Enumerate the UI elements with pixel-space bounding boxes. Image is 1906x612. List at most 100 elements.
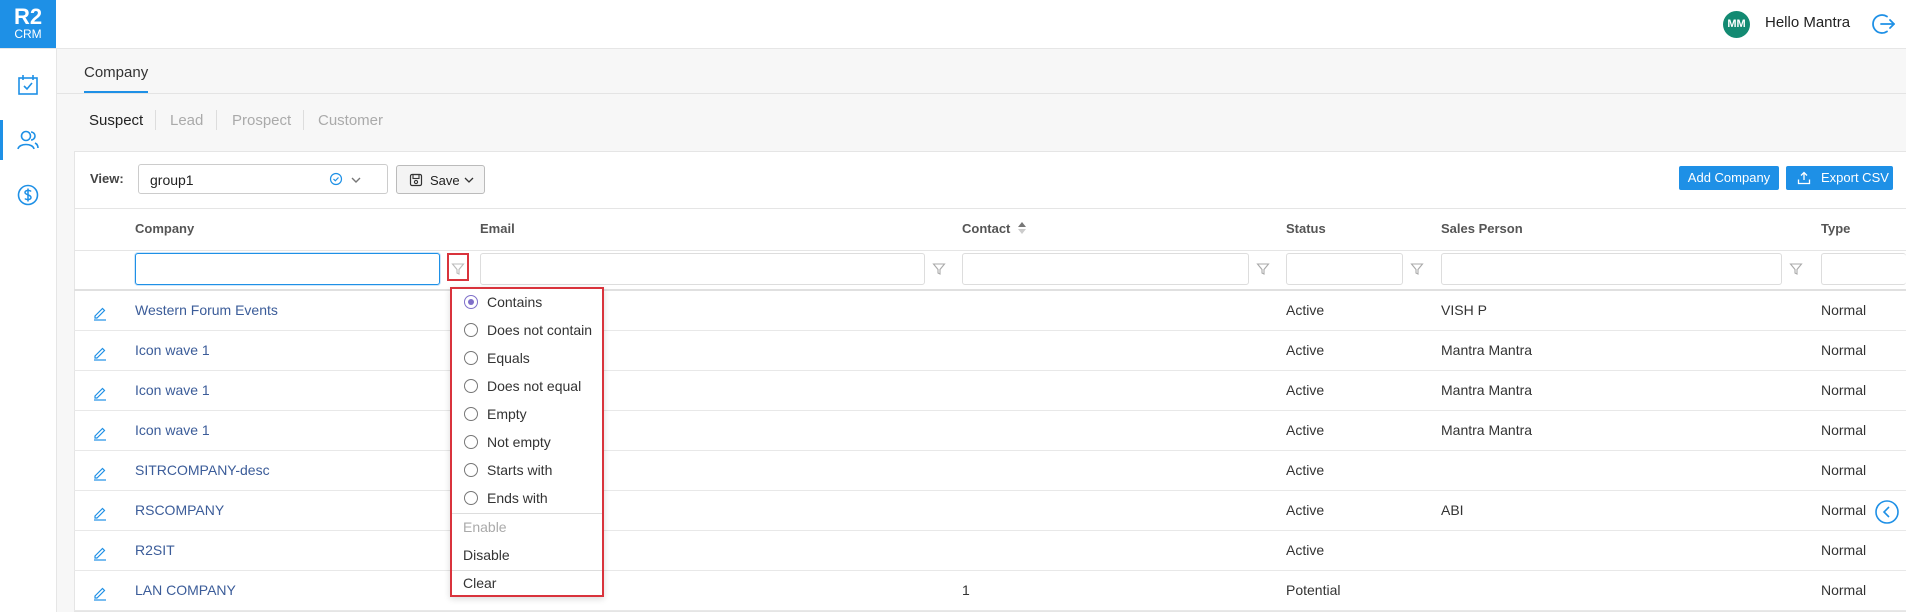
save-icon <box>409 173 423 187</box>
tab-customer[interactable]: Customer <box>318 112 383 129</box>
status-cell: Active <box>1286 302 1325 318</box>
type-filter-input[interactable] <box>1821 253 1906 285</box>
filter-clear-button[interactable]: Clear <box>463 575 496 591</box>
status-cell: Active <box>1286 422 1325 438</box>
tab-prospect[interactable]: Prospect <box>232 112 291 129</box>
sidebar <box>0 49 57 612</box>
company-name-link[interactable]: Icon wave 1 <box>135 422 210 438</box>
save-button-label: Save <box>430 173 460 188</box>
company-name-link[interactable]: Icon wave 1 <box>135 382 210 398</box>
edit-icon[interactable] <box>92 505 108 521</box>
tab-separator <box>216 110 217 130</box>
radio[interactable] <box>464 323 478 337</box>
view-select[interactable]: group1 <box>138 164 388 194</box>
radio[interactable] <box>464 463 478 477</box>
column-header-type[interactable]: Type <box>1821 221 1850 236</box>
filter-icon[interactable] <box>1256 262 1270 276</box>
export-csv-label: Export CSV <box>1821 170 1889 185</box>
calendar-check-icon[interactable] <box>14 71 42 99</box>
table-row[interactable]: Icon wave 1 Active Mantra Mantra Normal <box>74 331 1906 371</box>
filter-option-does-not-equal[interactable]: Does not equal <box>452 373 602 401</box>
table-row[interactable]: RSCOMPANY Active ABI Normal <box>74 491 1906 531</box>
table-row[interactable]: R2SIT Active Normal <box>74 531 1906 571</box>
radio[interactable] <box>464 491 478 505</box>
add-company-button[interactable]: Add Company <box>1679 166 1779 190</box>
divider <box>74 208 1906 209</box>
company-name-link[interactable]: RSCOMPANY <box>135 502 224 518</box>
table-row[interactable]: Icon wave 1 Active Mantra Mantra Normal <box>74 411 1906 451</box>
radio-selected[interactable] <box>464 295 478 309</box>
edit-icon[interactable] <box>92 585 108 601</box>
table-row[interactable]: Western Forum Events Active VISH P Norma… <box>74 291 1906 331</box>
edit-icon[interactable] <box>92 305 108 321</box>
company-name-link[interactable]: R2SIT <box>135 542 175 558</box>
company-name-link[interactable]: LAN COMPANY <box>135 582 236 598</box>
status-cell: Active <box>1286 462 1325 478</box>
company-name-link[interactable]: Icon wave 1 <box>135 342 210 358</box>
filter-icon[interactable] <box>1789 262 1803 276</box>
type-cell: Normal <box>1821 342 1867 358</box>
filter-condition-menu: Contains Does not contain Equals Does no… <box>450 287 604 597</box>
filter-enable-button[interactable]: Enable <box>463 519 507 535</box>
app-logo[interactable]: R2 CRM <box>0 0 56 48</box>
dollar-icon[interactable] <box>14 181 42 209</box>
sales-person-cell: VISH P <box>1441 302 1487 318</box>
edit-icon[interactable] <box>92 465 108 481</box>
sales-person-filter-input[interactable] <box>1441 253 1782 285</box>
filter-option-not-empty[interactable]: Not empty <box>452 429 602 457</box>
logout-icon[interactable] <box>1870 10 1898 38</box>
company-name-link[interactable]: Western Forum Events <box>135 302 278 318</box>
edit-icon[interactable] <box>92 345 108 361</box>
filter-option-label: Does not equal <box>487 378 582 394</box>
column-header-contact[interactable]: Contact <box>962 221 1010 236</box>
status-cell: Active <box>1286 342 1325 358</box>
radio[interactable] <box>464 407 478 421</box>
company-name-link[interactable]: SITRCOMPANY-desc <box>135 462 270 478</box>
view-label: View: <box>90 171 124 186</box>
filter-icon[interactable] <box>932 262 946 276</box>
users-icon[interactable] <box>14 126 42 154</box>
filter-disable-button[interactable]: Disable <box>463 547 510 563</box>
sales-person-cell: ABI <box>1441 502 1464 518</box>
page-title[interactable]: Company <box>84 64 148 81</box>
table-row[interactable]: Icon wave 1 Active Mantra Mantra Normal <box>74 371 1906 411</box>
divider <box>452 513 602 514</box>
table-row[interactable]: LAN COMPANY 1 Potential Normal <box>74 571 1906 611</box>
chevron-down-icon <box>464 177 474 183</box>
edit-icon[interactable] <box>92 425 108 441</box>
avatar[interactable]: MM <box>1723 11 1750 38</box>
filter-option-starts-with[interactable]: Starts with <box>452 457 602 485</box>
export-csv-button[interactable]: Export CSV <box>1786 166 1893 190</box>
radio[interactable] <box>464 379 478 393</box>
filter-option-does-not-contain[interactable]: Does not contain <box>452 317 602 345</box>
radio[interactable] <box>464 435 478 449</box>
contact-filter-input[interactable] <box>962 253 1249 285</box>
status-cell: Potential <box>1286 582 1341 598</box>
filter-option-equals[interactable]: Equals <box>452 345 602 373</box>
status-filter-input[interactable] <box>1286 253 1403 285</box>
column-header-status[interactable]: Status <box>1286 221 1326 236</box>
radio[interactable] <box>464 351 478 365</box>
table-row[interactable]: SITRCOMPANY-desc Active Normal <box>74 451 1906 491</box>
company-filter-input[interactable] <box>135 253 440 285</box>
save-button[interactable]: Save <box>396 165 485 194</box>
filter-icon[interactable] <box>451 262 465 276</box>
column-header-company[interactable]: Company <box>135 221 194 236</box>
sort-asc-icon[interactable] <box>1017 221 1027 235</box>
tab-suspect[interactable]: Suspect <box>89 112 143 129</box>
filter-option-label: Empty <box>487 406 527 422</box>
filter-option-empty[interactable]: Empty <box>452 401 602 429</box>
edit-icon[interactable] <box>92 385 108 401</box>
column-header-email[interactable]: Email <box>480 221 515 236</box>
type-cell: Normal <box>1821 582 1867 598</box>
chevron-left-icon[interactable] <box>1874 499 1900 525</box>
filter-option-ends-with[interactable]: Ends with <box>452 485 602 513</box>
tab-lead[interactable]: Lead <box>170 112 203 129</box>
filter-icon[interactable] <box>1410 262 1424 276</box>
filter-option-contains[interactable]: Contains <box>452 289 602 317</box>
logo-text-sub: CRM <box>14 27 42 41</box>
column-header-sales-person[interactable]: Sales Person <box>1441 221 1523 236</box>
email-filter-input[interactable] <box>480 253 925 285</box>
edit-icon[interactable] <box>92 545 108 561</box>
export-icon <box>1797 171 1811 185</box>
